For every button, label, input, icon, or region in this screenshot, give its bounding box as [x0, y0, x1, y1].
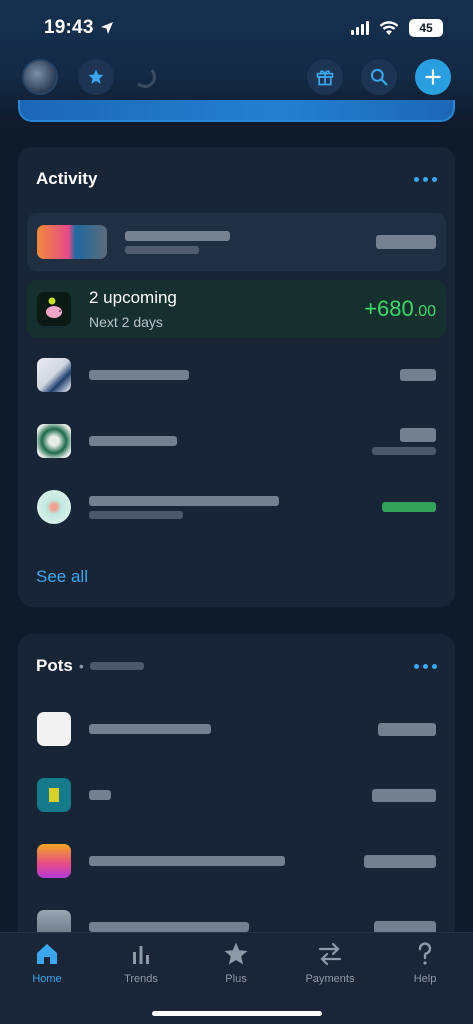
tab-bar: Home Trends Plus Payments Help — [0, 932, 473, 1024]
redacted-pot-balance — [364, 854, 436, 868]
redacted-detail — [125, 245, 199, 254]
redacted-pots-total — [89, 662, 144, 670]
gift-button[interactable] — [307, 59, 343, 95]
status-time: 19:43 — [44, 17, 94, 38]
transaction-row[interactable] — [27, 412, 446, 470]
redacted-detail — [372, 446, 436, 455]
tab-payments[interactable]: Payments — [290, 941, 370, 985]
home-icon — [37, 944, 57, 964]
redacted-amount — [376, 235, 436, 249]
upcoming-amount-decimal: .00 — [413, 303, 436, 320]
search-button[interactable] — [361, 59, 397, 95]
piggy-bank-icon — [37, 292, 71, 326]
trends-icon — [133, 946, 149, 964]
upcoming-amount: +680 — [364, 296, 414, 321]
redacted-pot-name — [89, 724, 211, 734]
wifi-icon — [379, 20, 399, 36]
help-icon — [418, 942, 432, 965]
plus-icon — [425, 69, 441, 85]
battery-indicator: 45 — [409, 19, 443, 37]
tab-home[interactable]: Home — [7, 941, 87, 985]
activity-title: Activity — [36, 169, 98, 188]
activity-more-button[interactable] — [414, 176, 437, 182]
avatar[interactable] — [22, 59, 58, 95]
see-all-link[interactable]: See all — [36, 567, 88, 587]
redacted-merchant — [125, 230, 230, 241]
loading-spinner-icon — [134, 66, 156, 88]
activity-card: Activity 2 upcoming Next 2 days +680 .00 — [18, 147, 455, 607]
pots-title: Pots — [36, 656, 73, 675]
favorites-button[interactable] — [78, 59, 114, 95]
merchant-logo — [37, 490, 71, 524]
redacted-pot-balance — [378, 722, 436, 736]
tab-plus[interactable]: Plus — [196, 941, 276, 985]
tab-label: Plus — [225, 973, 247, 985]
transaction-row[interactable] — [27, 346, 446, 404]
pots-card: Pots • — [18, 634, 455, 954]
pot-image — [37, 712, 71, 746]
location-arrow-icon — [100, 22, 113, 34]
pot-image — [37, 778, 71, 812]
redacted-merchant — [89, 436, 177, 446]
redacted-merchant — [89, 495, 279, 506]
home-indicator — [152, 1011, 322, 1016]
tab-help[interactable]: Help — [385, 941, 465, 985]
tab-label: Home — [32, 973, 62, 985]
redacted-pot-name — [89, 790, 111, 800]
pots-more-button[interactable] — [414, 663, 437, 669]
redacted-pot-name — [89, 856, 285, 866]
add-button[interactable] — [415, 59, 451, 95]
pot-image — [37, 844, 71, 878]
star-icon — [88, 69, 104, 84]
pot-row[interactable] — [27, 766, 446, 824]
merchant-logo — [37, 225, 107, 259]
upcoming-subtitle: Next 2 days — [89, 314, 163, 330]
merchant-logo — [37, 358, 71, 392]
pots-separator: • — [78, 658, 84, 674]
redacted-pot-balance — [372, 788, 436, 802]
redacted-detail — [89, 510, 183, 519]
redacted-amount — [400, 427, 436, 442]
gift-icon — [316, 70, 334, 86]
redacted-amount — [382, 502, 436, 512]
status-bar: 19:43 45 — [0, 0, 473, 56]
cellular-signal-icon — [351, 21, 369, 35]
transaction-row[interactable] — [27, 478, 446, 536]
redacted-amount — [400, 369, 436, 381]
tab-label: Payments — [305, 973, 355, 985]
payments-icon — [318, 942, 342, 966]
balance-card-edge[interactable] — [18, 100, 455, 122]
pot-row[interactable] — [27, 832, 446, 890]
transaction-row-pending[interactable] — [27, 213, 446, 271]
merchant-logo — [37, 424, 71, 458]
star-icon — [224, 942, 248, 965]
upcoming-title: 2 upcoming — [89, 288, 177, 307]
redacted-merchant — [89, 370, 189, 380]
tab-label: Trends — [124, 973, 158, 985]
top-bar — [0, 56, 473, 98]
upcoming-row[interactable]: 2 upcoming Next 2 days +680 .00 — [27, 280, 446, 338]
redacted-pot-name — [89, 922, 249, 932]
search-icon — [370, 68, 388, 86]
tab-label: Help — [413, 973, 437, 985]
pot-row[interactable] — [27, 700, 446, 758]
tab-trends[interactable]: Trends — [101, 941, 181, 985]
